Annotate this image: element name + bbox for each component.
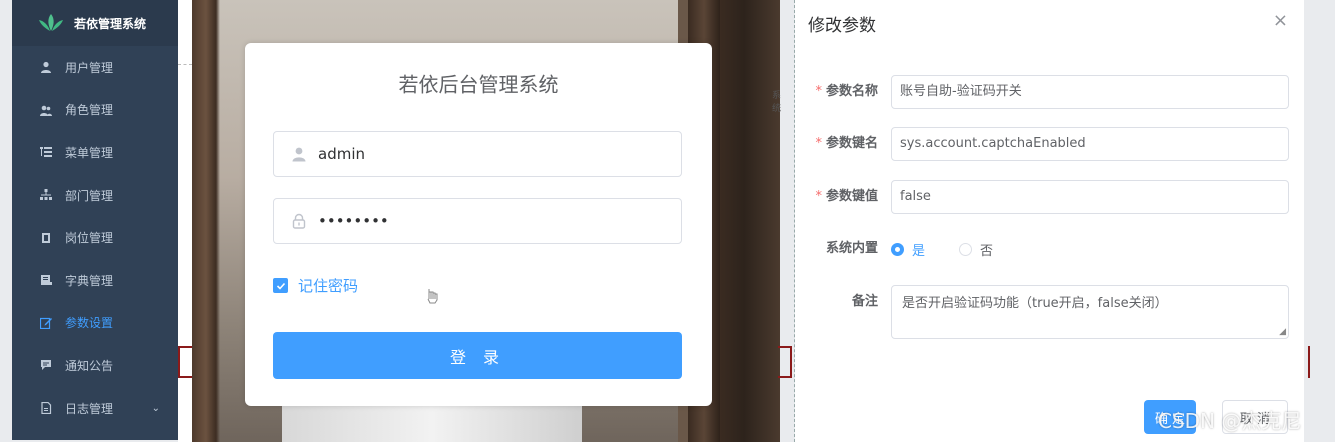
- config-value-input[interactable]: false: [891, 180, 1289, 214]
- sidebar-item-config[interactable]: 参数设置: [12, 302, 178, 345]
- form-row-remark: 备注 是否开启验证码功能（true开启，false关闭） ◢: [795, 285, 1304, 339]
- tree-table-icon: [40, 147, 52, 158]
- sidebar-item-label: 角色管理: [65, 103, 114, 118]
- remember-checkbox[interactable]: [273, 278, 288, 293]
- radio-yes-label: 是: [912, 243, 926, 259]
- sidebar-item-dept[interactable]: 部门管理: [12, 174, 178, 217]
- dict-icon: [41, 275, 52, 286]
- required-mark: *: [815, 189, 822, 204]
- required-mark: *: [815, 136, 822, 151]
- radio-dot[interactable]: [891, 242, 904, 256]
- check-icon: [276, 282, 285, 290]
- config-key-label: * 参数键名: [815, 127, 878, 161]
- mouse-cursor-icon: [427, 289, 438, 304]
- sidebar-item-post[interactable]: 岗位管理: [12, 216, 178, 259]
- tree-icon: [40, 189, 52, 201]
- sidebar-item-label: 参数设置: [65, 316, 114, 331]
- sidebar-item-label: 部门管理: [65, 188, 114, 203]
- login-form: 若依后台管理系统 admin •••••••• 记住密码 登 录: [245, 43, 712, 406]
- sidebar-item-menu[interactable]: 菜单管理: [12, 131, 178, 174]
- label-text: 参数名称: [825, 84, 878, 99]
- message-icon: [41, 360, 51, 371]
- user-icon: [292, 147, 306, 162]
- sidebar-item-label: 岗位管理: [65, 231, 114, 246]
- sidebar-item-label: 日志管理: [65, 401, 114, 416]
- label-text: 参数键值: [825, 189, 878, 204]
- background-wood: 系统: [720, 0, 782, 442]
- peoples-icon: [40, 105, 52, 116]
- log-icon: [41, 402, 52, 415]
- sidebar-item-role[interactable]: 角色管理: [12, 89, 178, 132]
- sidebar-item-label: 通知公告: [65, 358, 114, 373]
- close-icon[interactable]: ×: [1273, 10, 1288, 31]
- form-row-config-type: 系统内置 是 否: [795, 232, 1304, 266]
- table-row-highlight-right: [778, 346, 792, 378]
- sidebar: 若依管理系统 用户管理 角色管理 菜单管理 部门管理 岗位管理 字典管理 参数设…: [12, 0, 178, 440]
- config-type-label: 系统内置: [825, 241, 878, 256]
- chevron-down-icon: ⌄: [151, 402, 160, 414]
- brand-title: 若依管理系统: [74, 16, 147, 31]
- remark-textarea[interactable]: 是否开启验证码功能（true开启，false关闭） ◢: [891, 285, 1289, 339]
- sidebar-item-user[interactable]: 用户管理: [12, 46, 178, 89]
- password-input[interactable]: ••••••••: [273, 198, 682, 244]
- table-row-highlight-left: [178, 346, 192, 378]
- sidebar-item-notice[interactable]: 通知公告: [12, 344, 178, 387]
- sidebar-brand[interactable]: 若依管理系统: [12, 0, 178, 46]
- config-value-label: * 参数键值: [815, 180, 878, 214]
- logo-icon: [39, 14, 63, 31]
- radio-dot[interactable]: [959, 242, 973, 256]
- form-row-config-key: * 参数键名 sys.account.captchaEnabled: [795, 127, 1304, 161]
- label-text: 参数键名: [825, 136, 878, 151]
- radio-no[interactable]: 否: [959, 240, 993, 259]
- config-type-radio-group: 是 否: [891, 232, 1027, 266]
- required-mark: *: [815, 84, 822, 99]
- username-input[interactable]: admin: [273, 131, 682, 177]
- remark-label: 备注: [851, 294, 878, 309]
- radio-no-label: 否: [980, 243, 994, 259]
- background-text-fragment: 系统: [772, 91, 782, 114]
- post-icon: [42, 232, 50, 243]
- page-edge: [1304, 0, 1335, 442]
- sidebar-item-label: 菜单管理: [65, 145, 114, 160]
- user-icon: [41, 62, 51, 74]
- table-row-highlight-edge: [1304, 346, 1310, 378]
- watermark: CSDN @杰克尼: [1158, 409, 1302, 433]
- config-name-label: * 参数名称: [815, 75, 878, 109]
- username-value: admin: [318, 145, 365, 163]
- sidebar-item-log[interactable]: 日志管理 ⌄: [12, 387, 178, 430]
- remember-label: 记住密码: [298, 277, 359, 295]
- dialog-title: 修改参数: [808, 16, 876, 36]
- remember-password[interactable]: 记住密码: [273, 275, 358, 296]
- edit-icon: [40, 317, 52, 329]
- lock-icon: [292, 213, 306, 229]
- login-title: 若依后台管理系统: [398, 72, 559, 97]
- password-value: ••••••••: [318, 212, 389, 230]
- config-key-input[interactable]: sys.account.captchaEnabled: [891, 127, 1289, 161]
- remark-value: 是否开启验证码功能（true开启，false关闭）: [902, 296, 1168, 311]
- edit-config-dialog: 修改参数 × * 参数名称 账号自助-验证码开关 * 参数键名 sys.accoun…: [795, 0, 1304, 442]
- background-highlight: [282, 400, 582, 442]
- login-button[interactable]: 登 录: [273, 332, 682, 379]
- form-row-config-name: * 参数名称 账号自助-验证码开关: [795, 75, 1304, 109]
- config-name-input[interactable]: 账号自助-验证码开关: [891, 75, 1289, 109]
- radio-yes[interactable]: 是: [891, 240, 925, 259]
- sidebar-item-dict[interactable]: 字典管理: [12, 259, 178, 302]
- form-row-config-value: * 参数键值 false: [795, 180, 1304, 214]
- sidebar-item-label: 用户管理: [65, 60, 114, 75]
- resize-handle-icon[interactable]: ◢: [1279, 327, 1286, 337]
- sidebar-item-label: 字典管理: [65, 273, 114, 288]
- divider: [178, 64, 192, 65]
